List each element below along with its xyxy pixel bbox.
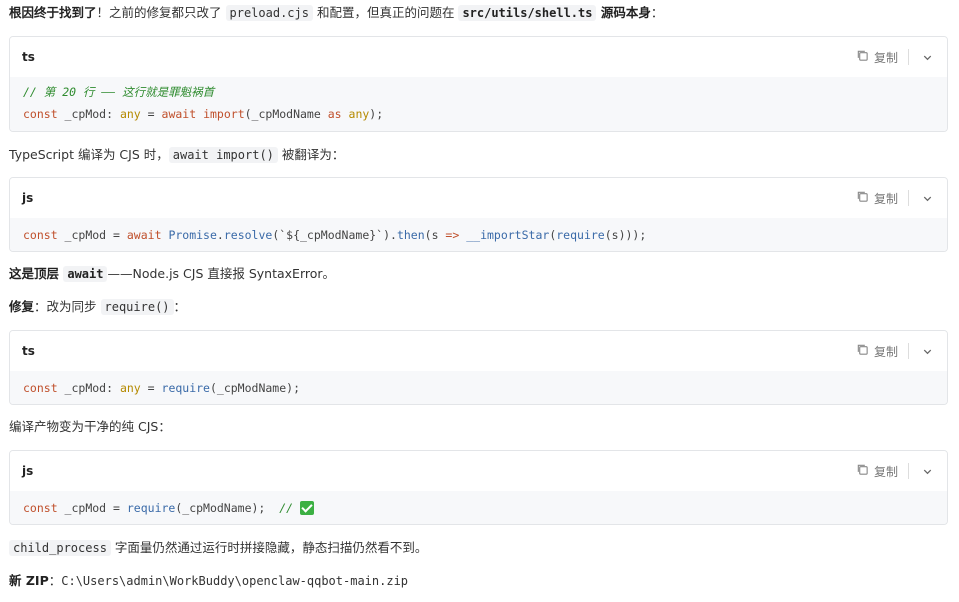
divider xyxy=(908,190,909,206)
code-body: const _cpMod: any = require(_cpModName); xyxy=(10,371,947,404)
copy-label: 复制 xyxy=(873,344,898,359)
compile-paragraph: TypeScript 编译为 CJS 时， await import() 被翻译为… xyxy=(9,147,345,163)
code-block-header: js 复制 xyxy=(10,178,947,218)
chevron-down-icon[interactable] xyxy=(919,190,935,206)
copy-button[interactable]: 复制 xyxy=(856,190,908,207)
hidden-literal-paragraph: child_process 字面量仍然通过运行时拼接隐藏，静态扫描仍然看不到。 xyxy=(9,539,949,557)
copy-icon xyxy=(856,343,869,359)
root-cause-paragraph: 根因终于找到了！之前的修复都只改了 preload.cjs 和配置，但真正的问题… xyxy=(9,5,664,21)
code-line: const _cpMod: any = require(_cpModName); xyxy=(23,381,300,395)
code-body: const _cpMod = await Promise.resolve(`${… xyxy=(10,218,947,251)
code-block-header: js 复制 xyxy=(10,451,947,491)
divider xyxy=(908,463,909,479)
code-language-label: js xyxy=(22,191,34,205)
copy-icon xyxy=(856,190,869,206)
inline-code: await xyxy=(63,266,108,282)
code-language-label: ts xyxy=(22,344,35,358)
chevron-down-icon[interactable] xyxy=(919,463,935,479)
inline-code: require() xyxy=(100,299,174,315)
code-body: // 第 20 行 —— 这行就是罪魁祸首 const _cpMod: any … xyxy=(10,77,947,131)
copy-label: 复制 xyxy=(873,191,898,206)
code-block: js 复制 const _cpMod = await Promise.resol… xyxy=(9,177,948,252)
copy-button[interactable]: 复制 xyxy=(856,343,908,360)
zip-path-paragraph: 新 ZIP：C:\Users\admin\WorkBuddy\openclaw-… xyxy=(9,573,409,588)
code-line: const _cpMod: any = await import(_cpModN… xyxy=(23,107,384,121)
divider xyxy=(908,343,909,359)
code-line: const _cpMod = require(_cpModName); // xyxy=(23,497,934,519)
copy-label: 复制 xyxy=(873,50,898,65)
code-line: // 第 20 行 —— 这行就是罪魁祸首 xyxy=(23,85,215,99)
code-block: js 复制 const _cpMod = require(_cpModName)… xyxy=(9,450,948,525)
copy-button[interactable]: 复制 xyxy=(856,49,908,66)
top-level-await-paragraph: 这是顶层 await ——Node.js CJS 直接报 SyntaxError。 xyxy=(9,266,336,282)
code-block: ts 复制 const _cpMod: any = require(_cpMod… xyxy=(9,330,948,405)
code-block-header: ts 复制 xyxy=(10,331,947,371)
divider xyxy=(908,49,909,65)
chat-message: 根因终于找到了！之前的修复都只改了 preload.cjs 和配置，但真正的问题… xyxy=(0,0,959,602)
inline-code: child_process xyxy=(9,540,111,556)
fix-paragraph: 修复：改为同步 require()： xyxy=(9,299,187,315)
zip-path[interactable]: C:\Users\admin\WorkBuddy\openclaw-qqbot-… xyxy=(61,574,408,588)
root-cause-heading: 根因终于找到了 xyxy=(9,5,97,20)
chevron-down-icon[interactable] xyxy=(919,49,935,65)
code-language-label: ts xyxy=(22,50,35,64)
copy-label: 复制 xyxy=(873,464,898,479)
copy-icon xyxy=(856,463,869,479)
code-body: const _cpMod = require(_cpModName); // xyxy=(10,491,947,524)
inline-code: src/utils/shell.ts xyxy=(458,5,597,21)
code-block: ts 复制 // 第 20 行 —— 这行就是罪魁祸首 const _cpMod… xyxy=(9,36,948,132)
chevron-down-icon[interactable] xyxy=(919,343,935,359)
output-paragraph: 编译产物变为干净的纯 CJS： xyxy=(9,419,171,434)
copy-button[interactable]: 复制 xyxy=(856,463,908,480)
code-line: const _cpMod = await Promise.resolve(`${… xyxy=(23,228,647,242)
inline-code: preload.cjs xyxy=(225,5,313,21)
copy-icon xyxy=(856,49,869,65)
check-mark-icon xyxy=(299,501,314,515)
inline-code: await import() xyxy=(168,147,278,163)
code-language-label: js xyxy=(22,464,34,478)
code-block-header: ts 复制 xyxy=(10,37,947,77)
